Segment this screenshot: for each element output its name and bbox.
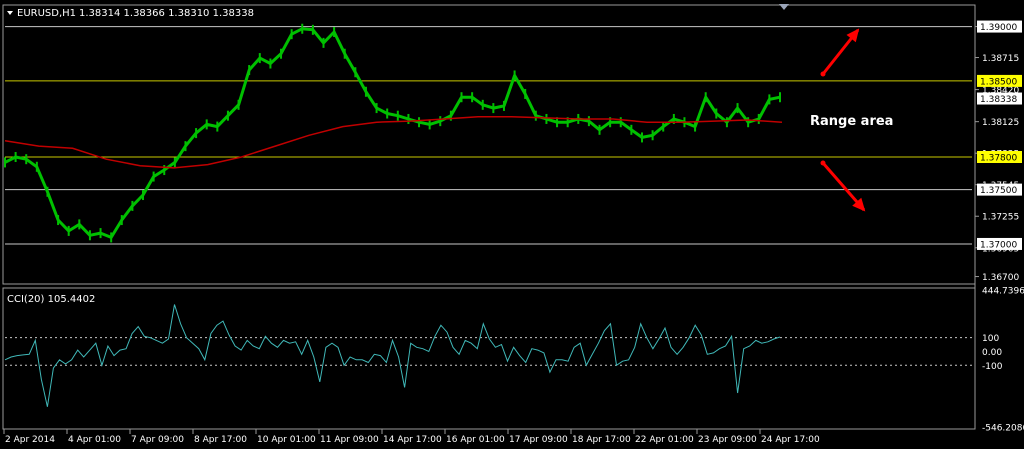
level-price-label: 1.37000 [980, 240, 1017, 250]
time-tick-label: 16 Apr 01:00 [446, 435, 505, 445]
cci-tick-label: -100 [982, 362, 1003, 372]
current-price-label: 1.38338 [980, 95, 1017, 105]
price-tick-label: 1.37255 [982, 213, 1019, 223]
time-tick-label: 17 Apr 09:00 [509, 435, 568, 445]
level-price-label: 1.37800 [980, 154, 1017, 164]
price-tick-label: 1.36700 [982, 273, 1019, 283]
time-tick-label: 22 Apr 01:00 [635, 435, 694, 445]
arrow-tail-dot [820, 160, 826, 166]
cci-title: CCI(20) 105.4402 [7, 294, 95, 305]
cci-tick-label: 0.00 [982, 348, 1002, 358]
ohlc-readout: 1.38314 1.38366 1.38310 1.38338 [79, 8, 254, 19]
cci-tick-label: 100 [982, 334, 999, 344]
range-area-label: Range area [810, 114, 893, 129]
level-price-label: 1.37500 [980, 186, 1017, 196]
time-tick-label: 10 Apr 01:00 [257, 435, 316, 445]
price-tick-label: 1.38125 [982, 118, 1019, 128]
time-tick-label: 4 Apr 01:00 [68, 435, 121, 445]
time-tick-label: 7 Apr 09:00 [131, 435, 184, 445]
cci-tick-label: 444.7396 [982, 287, 1024, 297]
time-tick-label: 2 Apr 2014 [5, 435, 55, 445]
chart-window: EURUSD,H1 1.38314 1.38366 1.38310 1.3833… [0, 0, 1024, 449]
symbol-label: EURUSD,H1 [17, 8, 76, 19]
time-tick-label: 24 Apr 17:00 [761, 435, 820, 445]
time-tick-label: 11 Apr 09:00 [320, 435, 379, 445]
cci-tick-label: -546.2086 [982, 424, 1024, 434]
level-price-label: 1.38500 [980, 77, 1017, 87]
time-tick-label: 23 Apr 09:00 [698, 435, 757, 445]
level-price-label: 1.39000 [980, 23, 1017, 33]
arrow-tail-dot [820, 71, 826, 77]
time-tick-label: 8 Apr 17:00 [194, 435, 247, 445]
time-tick-label: 14 Apr 17:00 [383, 435, 442, 445]
time-tick-label: 18 Apr 17:00 [572, 435, 631, 445]
chart-canvas: EURUSD,H1 1.38314 1.38366 1.38310 1.3833… [0, 0, 1024, 449]
price-tick-label: 1.38715 [982, 54, 1019, 64]
